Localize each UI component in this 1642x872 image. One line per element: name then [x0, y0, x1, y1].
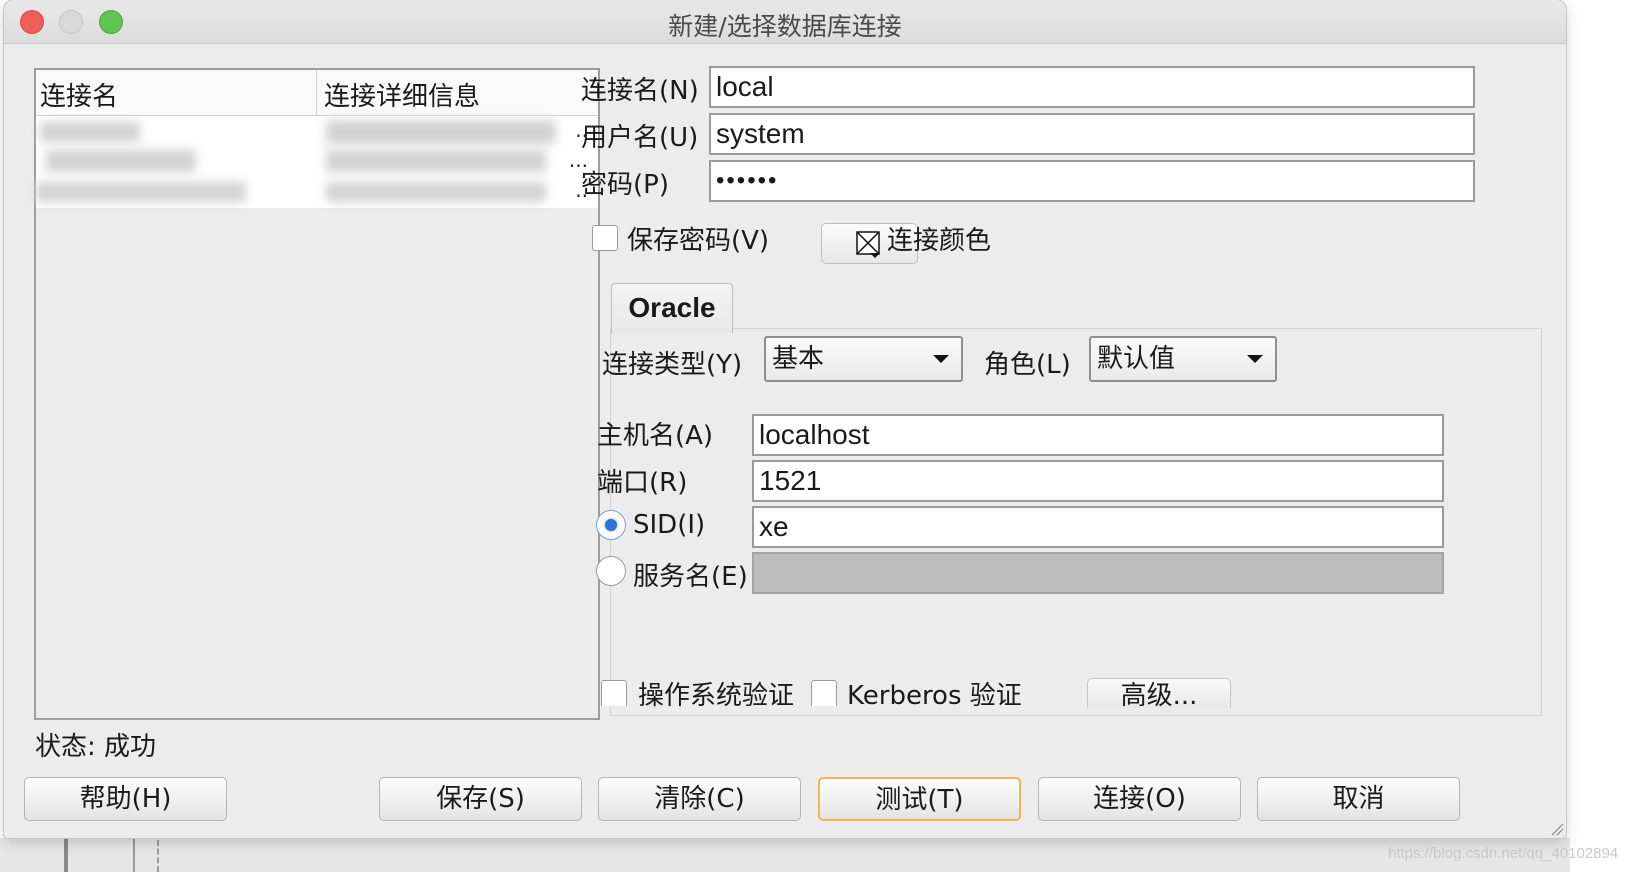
os-auth-checkbox[interactable]	[601, 680, 627, 706]
port-label: 端口(R)	[597, 468, 688, 498]
redacted-text	[326, 120, 556, 144]
username-label: 用户名(U)	[581, 123, 699, 153]
connection-name-input[interactable]: local	[709, 66, 1475, 108]
connect-button[interactable]: 连接(O)	[1038, 777, 1241, 821]
background-window-strip	[0, 838, 1570, 872]
kerberos-label: Kerberos 验证	[847, 681, 1022, 708]
username-input[interactable]: system	[709, 113, 1475, 155]
connection-list[interactable]: 连接名 连接详细信息 .. ... ..	[34, 68, 600, 720]
cancel-button[interactable]: 取消	[1257, 777, 1460, 821]
resize-grip-icon[interactable]	[1548, 820, 1564, 836]
service-name-radio[interactable]	[596, 556, 626, 586]
connection-list-header: 连接名 连接详细信息	[36, 70, 598, 116]
role-value: 默认值	[1097, 344, 1176, 374]
password-input[interactable]: ••••••	[709, 160, 1475, 202]
save-password-checkbox[interactable]	[592, 225, 618, 251]
password-label: 密码(P)	[581, 170, 669, 200]
service-name-input[interactable]	[752, 552, 1444, 594]
sid-label: SID(I)	[633, 510, 706, 540]
save-password-label: 保存密码(V)	[627, 226, 770, 256]
test-button[interactable]: 测试(T)	[818, 777, 1021, 821]
os-auth-label: 操作系统验证	[638, 681, 795, 708]
color-picker-icon	[856, 231, 880, 258]
column-separator[interactable]	[316, 70, 317, 116]
chevron-down-icon	[933, 355, 949, 363]
connection-color-label: 连接颜色	[887, 226, 992, 256]
column-header-connection-details[interactable]: 连接详细信息	[324, 76, 480, 113]
redacted-text	[40, 122, 140, 142]
kerberos-checkbox[interactable]	[811, 680, 837, 706]
save-button[interactable]: 保存(S)	[379, 777, 582, 821]
window-title: 新建/选择数据库连接	[668, 12, 902, 41]
clear-button[interactable]: 清除(C)	[598, 777, 801, 821]
chevron-down-icon	[1247, 355, 1263, 363]
background-divider	[64, 838, 68, 872]
redacted-text	[326, 150, 546, 172]
connection-type-select[interactable]: 基本	[764, 336, 963, 382]
new-connection-dialog: 新建/选择数据库连接 连接名 连接详细信息 .. ... .. 状态: 成功 连…	[4, 0, 1566, 838]
hostname-label: 主机名(A)	[597, 421, 714, 451]
port-input[interactable]: 1521	[752, 460, 1444, 502]
title-bar[interactable]: 新建/选择数据库连接	[4, 0, 1566, 44]
connection-type-value: 基本	[772, 344, 825, 374]
redacted-text	[36, 182, 246, 202]
redacted-text	[46, 150, 196, 172]
status-text: 状态: 成功	[35, 732, 157, 762]
tab-oracle[interactable]: Oracle	[611, 283, 733, 333]
role-select[interactable]: 默认值	[1089, 336, 1277, 382]
list-item[interactable]: ..	[36, 176, 598, 206]
column-header-connection-name[interactable]: 连接名	[40, 76, 118, 113]
role-label: 角色(L)	[984, 350, 1071, 380]
connection-type-label: 连接类型(Y)	[602, 350, 743, 380]
sid-input[interactable]: xe	[752, 506, 1444, 548]
sid-radio[interactable]	[596, 510, 626, 540]
connection-rows: .. ... ..	[36, 116, 598, 208]
redacted-text	[326, 182, 546, 202]
background-dashed-line	[157, 840, 159, 872]
list-item[interactable]: ...	[36, 146, 598, 176]
advanced-button[interactable]: 高级...	[1087, 678, 1231, 708]
hostname-input[interactable]: localhost	[752, 414, 1444, 456]
list-item[interactable]: ..	[36, 116, 598, 146]
background-divider	[133, 838, 135, 872]
watermark: https://blog.csdn.net/qq_40102894	[1388, 845, 1619, 862]
service-name-label: 服务名(E)	[633, 562, 748, 592]
connection-name-label: 连接名(N)	[581, 76, 699, 106]
help-button[interactable]: 帮助(H)	[24, 777, 227, 821]
